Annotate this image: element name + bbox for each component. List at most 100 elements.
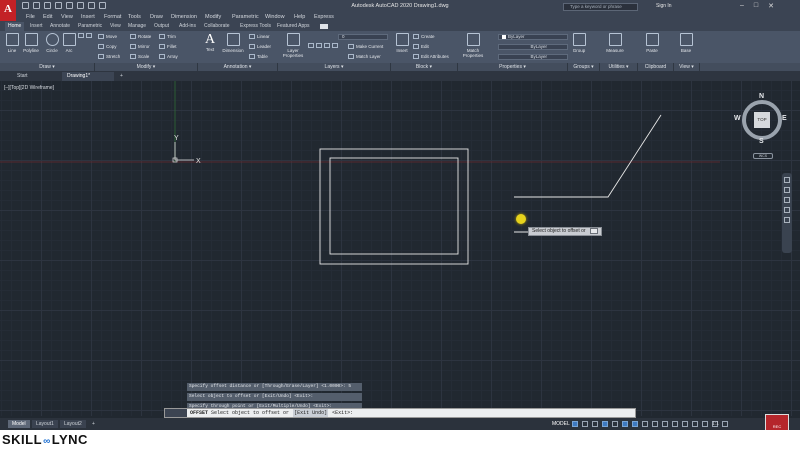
viewcube[interactable]: TOP N S E W (734, 93, 788, 146)
table-button[interactable]: Table (249, 54, 268, 59)
snap-icon[interactable] (582, 421, 588, 427)
measure-button[interactable]: Measure (604, 33, 626, 53)
tab-layout2[interactable]: Layout2 (60, 420, 86, 428)
menu-insert[interactable]: Insert (81, 14, 95, 20)
command-line[interactable]: OFFSET Select object to offset or [Exit … (164, 408, 636, 418)
customize-icon[interactable] (722, 421, 728, 427)
mirror-button[interactable]: Mirror (130, 44, 150, 49)
command-options[interactable]: [Exit Undo] (293, 409, 329, 417)
pan-icon[interactable] (784, 187, 790, 193)
text-button[interactable]: A Text (203, 33, 217, 53)
tab-insert[interactable]: Insert (30, 23, 43, 29)
layer-properties-button[interactable]: Layer Properties (280, 33, 306, 58)
quick-properties-icon[interactable] (702, 421, 708, 427)
panel-view[interactable]: View ▾ (674, 63, 700, 71)
base-view-button[interactable]: Base (678, 33, 694, 53)
scale-button[interactable]: Scale (130, 54, 149, 59)
match-layer-button[interactable]: Match Layer (348, 54, 381, 59)
compass-e[interactable]: E (782, 115, 787, 122)
insert-block-button[interactable]: Insert (394, 33, 410, 53)
osnap-icon[interactable] (632, 421, 638, 427)
panel-layers[interactable]: Layers ▾ (278, 63, 391, 71)
menu-parametric[interactable]: Parametric (232, 14, 259, 20)
compass-s[interactable]: S (759, 138, 764, 145)
tab-parametric[interactable]: Parametric (78, 23, 102, 29)
tab-drawing1[interactable]: Drawing1* (62, 72, 114, 81)
tab-output[interactable]: Output (154, 23, 169, 29)
command-line-tools[interactable] (165, 409, 187, 417)
tab-manage[interactable]: Manage (128, 23, 146, 29)
move-button[interactable]: Move (98, 34, 117, 39)
tab-start[interactable]: Start (12, 72, 33, 81)
workspace-icon[interactable] (682, 421, 688, 427)
panel-utilities[interactable]: Utilities ▾ (600, 63, 638, 71)
panel-clipboard[interactable]: Clipboard (638, 63, 674, 71)
model-space-toggle[interactable]: MODEL (552, 420, 570, 428)
linear-button[interactable]: Linear (249, 34, 270, 39)
steering-wheel-icon[interactable] (784, 177, 790, 183)
layer-dropdown[interactable]: 0 (338, 34, 388, 40)
dimension-button[interactable]: Dimension (220, 33, 246, 53)
compass-w[interactable]: W (734, 115, 741, 122)
tab-collaborate[interactable]: Collaborate (204, 23, 230, 29)
tab-layout1[interactable]: Layout1 (32, 420, 58, 428)
circle-button[interactable]: Circle (44, 33, 60, 53)
annotation-visibility-icon[interactable] (672, 421, 678, 427)
panel-block[interactable]: Block ▾ (391, 63, 458, 71)
minimize-icon[interactable]: – (740, 2, 744, 10)
transparency-icon[interactable] (652, 421, 658, 427)
viewcube-top-face[interactable]: TOP (754, 112, 770, 128)
linetype-dropdown[interactable]: ByLayer (498, 44, 568, 50)
sign-in-link[interactable]: Sign In (656, 3, 672, 9)
array-button[interactable]: Array (159, 54, 178, 59)
panel-draw[interactable]: Draw ▾ (0, 63, 95, 71)
panel-annotation[interactable]: Annotation ▾ (198, 63, 278, 71)
maximize-icon[interactable]: □ (754, 2, 758, 10)
menu-help[interactable]: Help (294, 14, 305, 20)
arc-button[interactable]: Arc (62, 33, 76, 53)
annotation-scale-value[interactable]: 1:1 (712, 421, 719, 427)
tab-model[interactable]: Model (8, 420, 30, 428)
menu-tools[interactable]: Tools (128, 14, 141, 20)
lineweight-icon[interactable] (642, 421, 648, 427)
polar-icon[interactable] (602, 421, 608, 427)
edit-block-button[interactable]: Edit (413, 44, 429, 49)
add-layout-button[interactable]: + (88, 420, 99, 428)
tab-express-tools[interactable]: Express Tools (240, 23, 271, 29)
create-block-button[interactable]: Create (413, 34, 435, 39)
units-icon[interactable] (692, 421, 698, 427)
menu-format[interactable]: Format (104, 14, 121, 20)
ribbon-toggle-icon[interactable] (320, 24, 328, 29)
trim-button[interactable]: Trim (159, 34, 176, 39)
showmotion-icon[interactable] (784, 217, 790, 223)
panel-groups[interactable]: Groups ▾ (568, 63, 600, 71)
wcs-menu[interactable]: WCS (753, 153, 773, 159)
menu-draw[interactable]: Draw (150, 14, 163, 20)
search-input[interactable]: Type a keyword or phrase (563, 3, 638, 11)
draw-small-tools[interactable] (78, 33, 94, 38)
menu-view[interactable]: View (61, 14, 73, 20)
osnap-tracking-icon[interactable] (622, 421, 628, 427)
tab-annotate[interactable]: Annotate (50, 23, 70, 29)
autocad-logo-button[interactable]: A (0, 0, 16, 21)
group-button[interactable]: Group (570, 33, 588, 53)
isodraft-icon[interactable] (612, 421, 618, 427)
paste-button[interactable]: Paste (644, 33, 660, 53)
compass-n[interactable]: N (759, 93, 764, 100)
new-tab-button[interactable]: + (115, 72, 128, 81)
make-current-button[interactable]: Make Current (348, 44, 383, 49)
annotation-scale-icon[interactable] (662, 421, 668, 427)
color-dropdown[interactable]: ByLayer (498, 34, 568, 40)
grid-icon[interactable] (572, 421, 578, 427)
polyline-button[interactable]: Polyline (21, 33, 41, 53)
copy-button[interactable]: Copy (98, 44, 117, 49)
menu-edit[interactable]: Edit (43, 14, 52, 20)
lineweight-dropdown[interactable]: ByLayer (498, 54, 568, 60)
edit-attributes-button[interactable]: Edit Attributes (413, 54, 449, 59)
match-properties-button[interactable]: Match Properties (461, 33, 485, 58)
panel-properties[interactable]: Properties ▾ (458, 63, 568, 71)
tab-home[interactable]: Home (5, 22, 25, 31)
tooltip-options-icon[interactable] (589, 228, 598, 234)
menu-file[interactable]: File (26, 14, 35, 20)
zoom-icon[interactable] (784, 197, 790, 203)
